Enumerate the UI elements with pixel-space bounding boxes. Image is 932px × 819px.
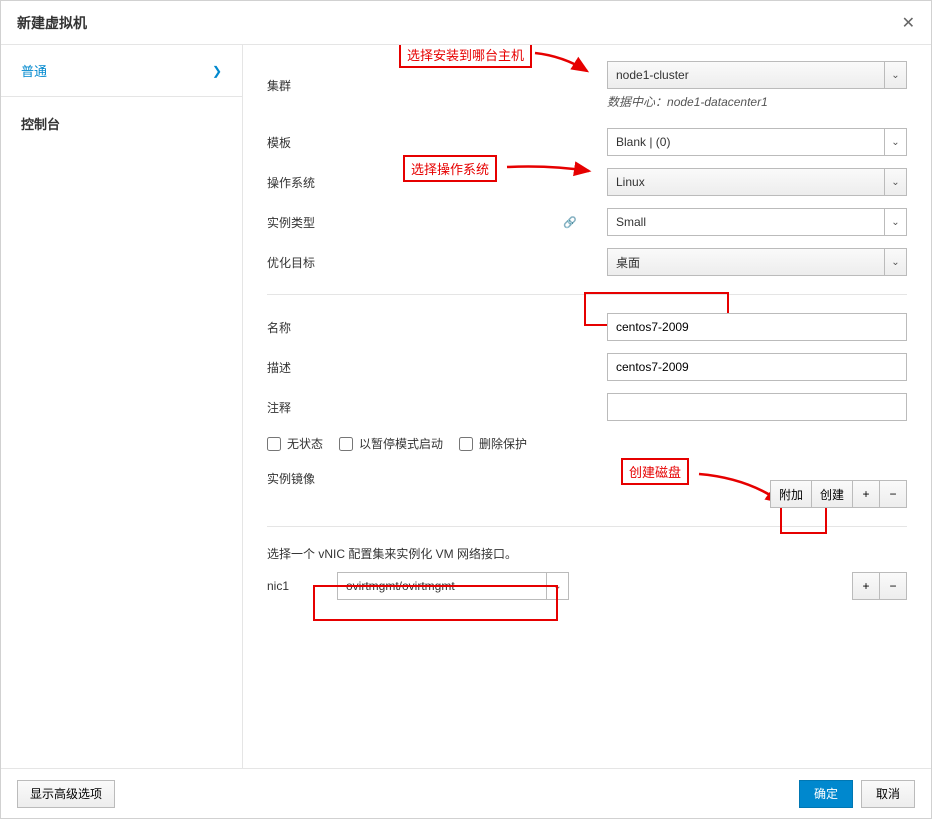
chevron-down-icon: ⌄ bbox=[884, 62, 906, 88]
show-advanced-button[interactable]: 显示高级选项 bbox=[17, 780, 115, 808]
chevron-right-icon: ❯ bbox=[212, 64, 222, 78]
ok-button[interactable]: 确定 bbox=[799, 780, 853, 808]
label-optimize: 优化目标 bbox=[267, 254, 607, 271]
create-disk-button[interactable]: 创建 bbox=[811, 480, 853, 508]
name-input[interactable] bbox=[616, 320, 898, 334]
label-template: 模板 bbox=[267, 134, 607, 151]
cancel-button[interactable]: 取消 bbox=[861, 780, 915, 808]
template-value: Blank | (0) bbox=[616, 135, 670, 149]
pause-checkbox[interactable] bbox=[339, 437, 353, 451]
checkbox-delete-protect[interactable]: 删除保护 bbox=[459, 435, 527, 452]
nic1-select[interactable]: ovirtmgmt/ovirtmgmt ⌄ bbox=[337, 572, 569, 600]
stateless-checkbox[interactable] bbox=[267, 437, 281, 451]
template-select[interactable]: Blank | (0) ⌄ bbox=[607, 128, 907, 156]
checkbox-stateless[interactable]: 无状态 bbox=[267, 435, 323, 452]
label-instance-image: 实例镜像 bbox=[267, 470, 607, 487]
instance-type-value: Small bbox=[616, 215, 646, 229]
sidebar-item-general[interactable]: 普通 ❯ bbox=[1, 45, 242, 97]
close-icon[interactable]: ✕ bbox=[902, 13, 915, 33]
chevron-down-icon: ⌄ bbox=[884, 169, 906, 195]
optimize-select[interactable]: 桌面 ⌄ bbox=[607, 248, 907, 276]
add-nic-button[interactable]: + bbox=[852, 572, 880, 600]
comment-input[interactable] bbox=[616, 400, 898, 414]
new-vm-dialog: 新建虚拟机 ✕ 普通 ❯ 控制台 选择安装到哪台主机 选择操作系统 创建磁盘 bbox=[0, 0, 932, 819]
label-comment: 注释 bbox=[267, 399, 607, 416]
os-value: Linux bbox=[616, 175, 645, 189]
form-content: 选择安装到哪台主机 选择操作系统 创建磁盘 集群 node1-cluster ⌄ bbox=[243, 45, 931, 768]
remove-disk-row-button[interactable]: − bbox=[879, 480, 907, 508]
description-input[interactable] bbox=[616, 360, 898, 374]
sidebar-item-label: 普通 bbox=[21, 61, 47, 80]
label-nic1: nic1 bbox=[267, 579, 337, 593]
chevron-down-icon: ⌄ bbox=[884, 129, 906, 155]
delete-protect-checkbox[interactable] bbox=[459, 437, 473, 451]
label-description: 描述 bbox=[267, 359, 607, 376]
datacenter-helper: 数据中心：node1-datacenter1 bbox=[607, 93, 907, 110]
add-disk-row-button[interactable]: + bbox=[852, 480, 880, 508]
attach-disk-button[interactable]: 附加 bbox=[770, 480, 812, 508]
nic-description: 选择一个 vNIC 配置集来实例化 VM 网络接口。 bbox=[267, 545, 907, 562]
link-icon: 🔗 bbox=[563, 216, 577, 229]
dialog-footer: 显示高级选项 确定 取消 bbox=[1, 768, 931, 818]
label-cluster: 集群 bbox=[267, 77, 607, 94]
label-instance-type: 实例类型 bbox=[267, 214, 315, 231]
cluster-select[interactable]: node1-cluster ⌄ bbox=[607, 61, 907, 89]
dialog-title: 新建虚拟机 bbox=[17, 13, 87, 33]
chevron-down-icon: ⌄ bbox=[884, 249, 906, 275]
checkbox-pause[interactable]: 以暂停模式启动 bbox=[339, 435, 443, 452]
sidebar-item-label: 控制台 bbox=[21, 114, 60, 133]
comment-input-wrap bbox=[607, 393, 907, 421]
os-select[interactable]: Linux ⌄ bbox=[607, 168, 907, 196]
optimize-value: 桌面 bbox=[616, 254, 640, 271]
sidebar: 普通 ❯ 控制台 bbox=[1, 45, 243, 768]
instance-type-select[interactable]: Small ⌄ bbox=[607, 208, 907, 236]
dialog-header: 新建虚拟机 ✕ bbox=[1, 1, 931, 45]
cluster-value: node1-cluster bbox=[616, 68, 689, 82]
remove-nic-button[interactable]: − bbox=[879, 572, 907, 600]
desc-input-wrap bbox=[607, 353, 907, 381]
chevron-down-icon: ⌄ bbox=[884, 209, 906, 235]
sidebar-item-console[interactable]: 控制台 bbox=[1, 97, 242, 149]
label-name: 名称 bbox=[267, 319, 607, 336]
label-os: 操作系统 bbox=[267, 174, 607, 191]
nic1-value: ovirtmgmt/ovirtmgmt bbox=[346, 579, 455, 593]
chevron-down-icon: ⌄ bbox=[546, 573, 568, 599]
name-input-wrap bbox=[607, 313, 907, 341]
